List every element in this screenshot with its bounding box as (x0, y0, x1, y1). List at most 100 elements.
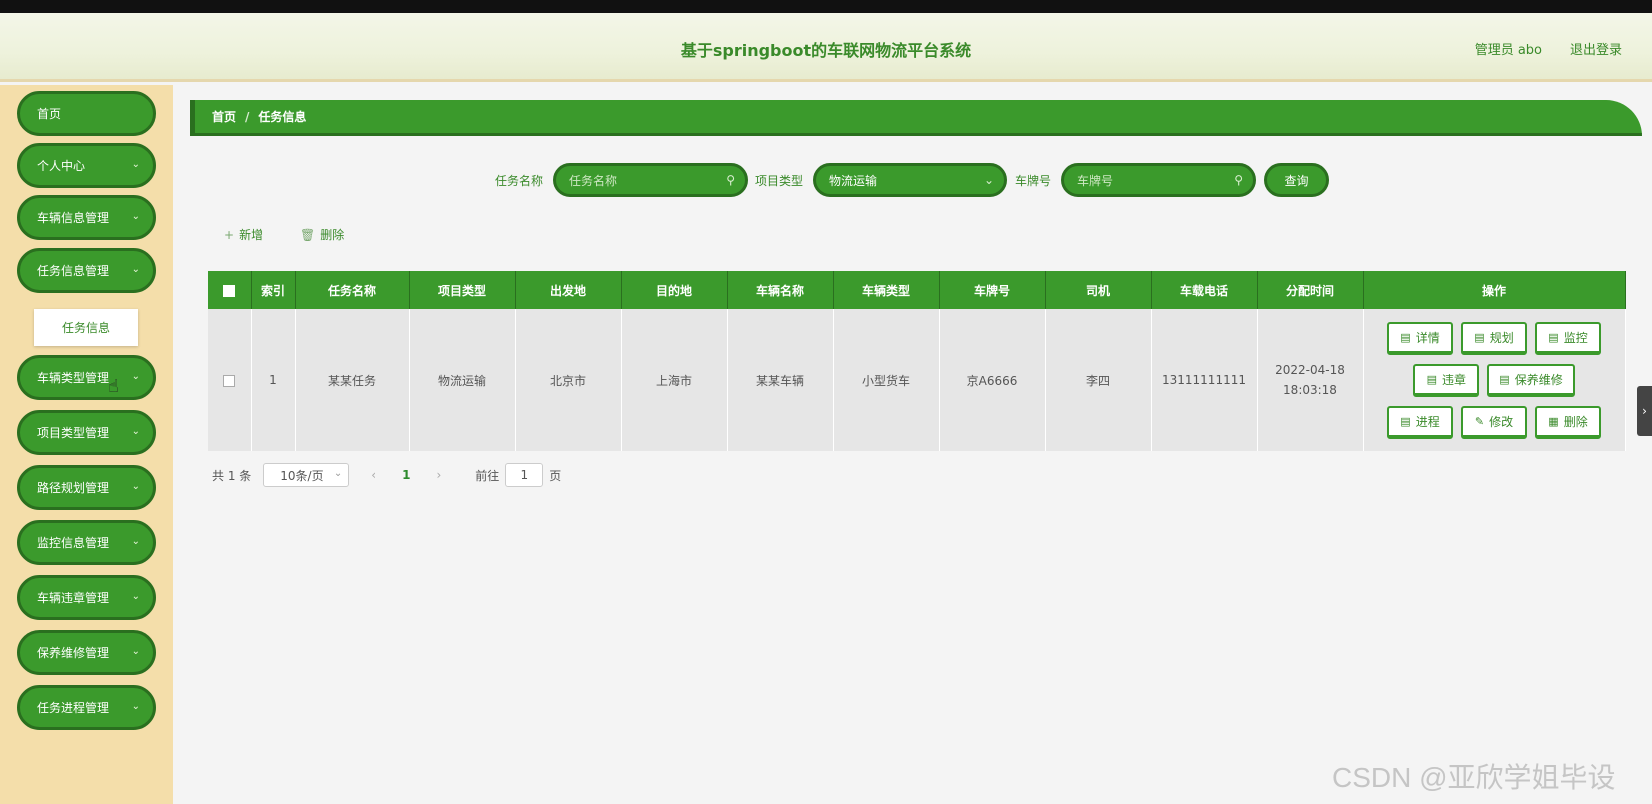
page-size-select[interactable]: 10条/页 ⌄ (263, 463, 350, 487)
sidebar-item-task-progress[interactable]: 任务进程管理 ⌄ (17, 685, 156, 730)
progress-label: 进程 (1415, 414, 1440, 429)
header: 基于springboot的车联网物流平台系统 管理员 abo 退出登录 (0, 13, 1652, 82)
plate-input[interactable]: 车牌号 ⚲ (1061, 163, 1257, 197)
maintenance-button[interactable]: ▤ 保养维修 (1487, 363, 1575, 397)
breadcrumb: 首页 / 任务信息 (190, 100, 1642, 136)
document-icon: ▤ (1548, 330, 1559, 344)
add-button[interactable]: + 新增 (224, 226, 263, 243)
sidebar-item-home[interactable]: 首页 (17, 91, 156, 136)
detail-button[interactable]: ▤ 详情 (1387, 321, 1453, 355)
column-header: 项目类型 (409, 271, 516, 309)
trash-icon: 🗑 (300, 228, 316, 242)
cell-origin: 北京市 (515, 309, 622, 451)
total-count: 共 1 条 (212, 468, 252, 483)
plate-placeholder: 车牌号 (1077, 173, 1114, 188)
select-all-checkbox[interactable] (223, 284, 236, 297)
sidebar-item-route-plan[interactable]: 路径规划管理 ⌄ (17, 465, 156, 510)
window-top-bar (0, 0, 1652, 13)
sidebar-item-violation[interactable]: 车辆违章管理 ⌄ (17, 575, 156, 620)
search-icon: ⚲ (1234, 173, 1244, 187)
delete-button[interactable]: 🗑 删除 (300, 226, 344, 243)
chevron-down-icon: ⌄ (131, 536, 140, 547)
trash-icon: ▦ (1548, 414, 1559, 428)
column-header: 车辆类型 (833, 271, 940, 309)
app-title: 基于springboot的车联网物流平台系统 (680, 41, 972, 60)
progress-button[interactable]: ▤ 进程 (1387, 405, 1453, 439)
sidebar-item-label: 任务进程管理 (37, 701, 110, 715)
chevron-down-icon: ⌄ (131, 701, 140, 712)
document-icon: ▤ (1474, 330, 1485, 344)
operation-row: ▤ 进程 ✎ 修改 ▦ 删除 (1387, 405, 1601, 439)
goto-label: 前往 (475, 468, 500, 483)
sidebar-item-maintenance[interactable]: 保养维修管理 ⌄ (17, 630, 156, 675)
sidebar-subitem-task-info[interactable]: 任务信息 (34, 309, 138, 346)
column-header: 车载电话 (1151, 271, 1258, 309)
cell-vehicle-type: 小型货车 (833, 309, 940, 451)
chevron-down-icon: ⌄ (131, 591, 140, 602)
sidebar-item-project-type[interactable]: 项目类型管理 ⌄ (17, 410, 156, 455)
page-number[interactable]: 1 (402, 468, 410, 482)
sidebar-item-label: 监控信息管理 (37, 536, 110, 550)
sidebar-item-vehicle-info[interactable]: 车辆信息管理 ⌄ (17, 195, 156, 240)
column-header: 车辆名称 (727, 271, 834, 309)
cell-assign-time: 2022-04-18 18:03:18 (1257, 309, 1364, 451)
cell-project-type: 物流运输 (409, 309, 516, 451)
operation-row: ▤ 违章 ▤ 保养维修 (1413, 363, 1575, 397)
chevron-down-icon: ⌄ (333, 468, 343, 479)
project-type-select[interactable]: 物流运输 ⌄ (813, 163, 1008, 197)
sidebar-item-monitor-info[interactable]: 监控信息管理 ⌄ (17, 520, 156, 565)
sidebar-item-personal-center[interactable]: 个人中心 ⌄ (17, 143, 156, 188)
document-icon: ▤ (1400, 414, 1411, 428)
task-name-filter: 任务名称 任务名称 ⚲ (495, 163, 749, 197)
cell-index: 1 (251, 309, 296, 451)
plan-button[interactable]: ▤ 规划 (1461, 321, 1527, 355)
plus-icon: + (224, 228, 235, 242)
monitor-label: 监控 (1563, 330, 1588, 345)
edit-button[interactable]: ✎ 修改 (1461, 405, 1527, 439)
select-all-header[interactable] (208, 271, 252, 309)
edit-label: 修改 (1489, 414, 1514, 429)
violation-button[interactable]: ▤ 违章 (1413, 363, 1480, 397)
operation-buttons: ▤ 详情 ▤ 规划 ▤ 监控 ▤ 违章 ▤ 保养维修 ▤ 进程 ✎ 修改 ▦ 删除 (1364, 321, 1625, 439)
column-header: 目的地 (621, 271, 728, 309)
logout-link[interactable]: 退出登录 (1570, 39, 1622, 58)
prev-page-icon[interactable]: ‹ (371, 468, 376, 482)
query-button[interactable]: 查询 (1264, 163, 1329, 197)
breadcrumb-home[interactable]: 首页 (212, 108, 236, 125)
next-page-icon[interactable]: › (436, 468, 441, 482)
column-header: 出发地 (515, 271, 622, 309)
breadcrumb-current: 任务信息 (258, 110, 307, 124)
sidebar-item-label: 车辆类型管理 (37, 371, 110, 385)
document-icon: ▤ (1499, 372, 1510, 386)
monitor-button[interactable]: ▤ 监控 (1535, 321, 1601, 355)
plan-label: 规划 (1489, 330, 1514, 345)
column-header: 任务名称 (295, 271, 410, 309)
chevron-down-icon: ⌄ (131, 159, 140, 170)
page-unit-label: 页 (549, 468, 562, 483)
sidebar-item-vehicle-type[interactable]: 车辆类型管理 ⌄ (17, 355, 156, 400)
add-label: 新增 (239, 228, 264, 242)
chevron-right-icon[interactable]: › (1637, 386, 1652, 436)
sidebar-item-label: 任务信息管理 (37, 264, 110, 278)
sidebar-item-label: 项目类型管理 (37, 426, 110, 440)
sidebar-item-label: 首页 (37, 107, 62, 121)
cell-operations: ▤ 详情 ▤ 规划 ▤ 监控 ▤ 违章 ▤ 保养维修 ▤ 进程 ✎ 修改 ▦ 删除 (1363, 309, 1626, 451)
row-delete-button[interactable]: ▦ 删除 (1535, 405, 1601, 439)
row-checkbox[interactable] (223, 374, 236, 387)
table-header-row: 索引 任务名称 项目类型 出发地 目的地 车辆名称 车辆类型 车牌号 司机 车载… (208, 271, 1626, 309)
column-header: 索引 (251, 271, 296, 309)
sidebar-item-task-info[interactable]: 任务信息管理 ⌄ (17, 248, 156, 293)
chevron-down-icon: ⌄ (131, 646, 140, 657)
search-icon: ⚲ (726, 173, 736, 187)
project-type-label: 项目类型 (755, 173, 804, 188)
chevron-up-icon: ⌄ (131, 264, 140, 275)
delete-label: 删除 (320, 228, 345, 242)
goto-page-input[interactable]: 1 (505, 463, 544, 487)
sidebar-item-label: 保养维修管理 (37, 646, 110, 660)
current-user: 管理员 abo (1474, 43, 1542, 58)
task-table: 索引 任务名称 项目类型 出发地 目的地 车辆名称 车辆类型 车牌号 司机 车载… (208, 271, 1626, 451)
task-name-input[interactable]: 任务名称 ⚲ (553, 163, 749, 197)
project-type-value: 物流运输 (829, 173, 878, 188)
maintenance-label: 保养维修 (1514, 372, 1563, 387)
plate-filter: 车牌号 车牌号 ⚲ (1015, 163, 1257, 197)
